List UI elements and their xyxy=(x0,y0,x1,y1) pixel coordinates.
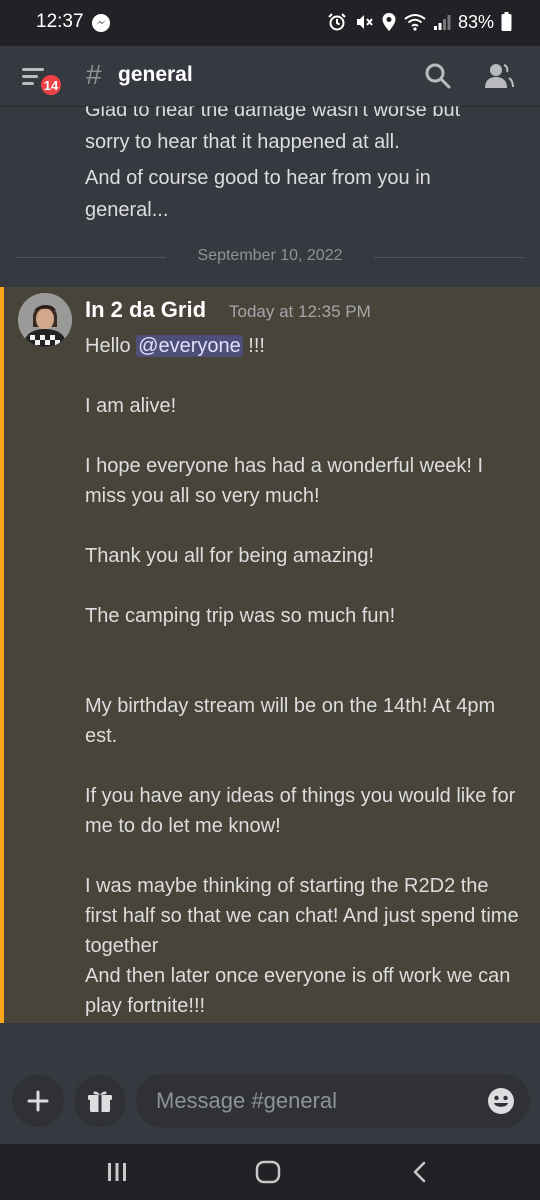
previous-message-line: And of course good to hear from you in xyxy=(85,167,431,189)
recent-apps-button[interactable] xyxy=(106,1160,128,1189)
members-button[interactable] xyxy=(484,62,514,95)
previous-message: Glad to hear the damage wasn't worse but… xyxy=(85,94,525,226)
back-icon xyxy=(413,1161,426,1183)
message-line: The camping trip was so much fun! xyxy=(85,605,396,627)
plus-icon xyxy=(27,1090,49,1112)
members-icon xyxy=(485,64,514,88)
messenger-icon xyxy=(92,14,110,32)
message-timestamp: Today at 12:35 PM xyxy=(229,302,371,321)
recent-apps-icon xyxy=(108,1163,126,1181)
search-icon xyxy=(425,63,451,89)
message-line: I am alive! xyxy=(85,395,177,417)
emoji-icon xyxy=(488,1088,514,1114)
avatar[interactable] xyxy=(18,293,72,347)
hash-icon: # xyxy=(86,59,102,90)
message-input[interactable] xyxy=(136,1074,530,1128)
gift-button[interactable] xyxy=(74,1075,126,1127)
message-author[interactable]: In 2 da Grid xyxy=(85,297,206,323)
channel-title: general xyxy=(118,63,193,86)
home-icon xyxy=(255,1160,281,1184)
greeting-text: Hello xyxy=(85,335,137,357)
wifi-icon xyxy=(404,13,426,31)
status-time: 12:37 xyxy=(36,11,84,32)
add-attachment-button[interactable] xyxy=(12,1075,64,1127)
date-divider: September 10, 2022 xyxy=(16,244,524,270)
message-line: My birthday stream will be on the 14th! … xyxy=(85,695,496,747)
location-icon xyxy=(381,12,397,32)
greeting-end-text: !!! xyxy=(242,335,265,357)
message-greeting: Hello @everyone !!! xyxy=(85,331,525,361)
mention-message[interactable]: In 2 da Grid Today at 12:35 PM Hello @ev… xyxy=(0,287,540,1023)
date-divider-text: September 10, 2022 xyxy=(197,247,343,264)
previous-message-line: sorry to hear that it happened at all. xyxy=(85,131,400,153)
message-line: And then later once everyone is off work… xyxy=(85,965,511,1017)
emoji-button[interactable] xyxy=(486,1086,516,1121)
message-line: I hope everyone has had a wonderful week… xyxy=(85,455,484,507)
message-body: Hello @everyone !!! I am alive! I hope e… xyxy=(85,331,525,1021)
battery-percent: 83% xyxy=(457,11,494,32)
signal-icon xyxy=(433,13,451,31)
previous-message-line: general... xyxy=(85,199,169,221)
navigation-bar xyxy=(0,1144,540,1200)
status-icons: 83% xyxy=(327,9,512,35)
message-line: Thank you all for being amazing! xyxy=(85,545,375,567)
home-button[interactable] xyxy=(254,1160,282,1189)
menu-button[interactable]: 14 xyxy=(18,60,66,100)
mute-icon xyxy=(354,12,374,32)
search-button[interactable] xyxy=(424,62,452,95)
everyone-mention[interactable]: @everyone xyxy=(136,335,243,357)
status-bar: 12:37 83% xyxy=(0,0,540,46)
back-button[interactable] xyxy=(410,1160,430,1189)
message-line: I was maybe thinking of starting the R2D… xyxy=(85,875,519,957)
message-line: If you have any ideas of things you woul… xyxy=(85,785,516,837)
alarm-icon xyxy=(327,12,347,32)
notification-badge: 14 xyxy=(38,72,64,98)
gift-icon xyxy=(88,1091,112,1112)
battery-icon xyxy=(501,12,512,32)
message-composer xyxy=(0,1060,540,1144)
channel-header: 14 # general xyxy=(0,46,540,106)
